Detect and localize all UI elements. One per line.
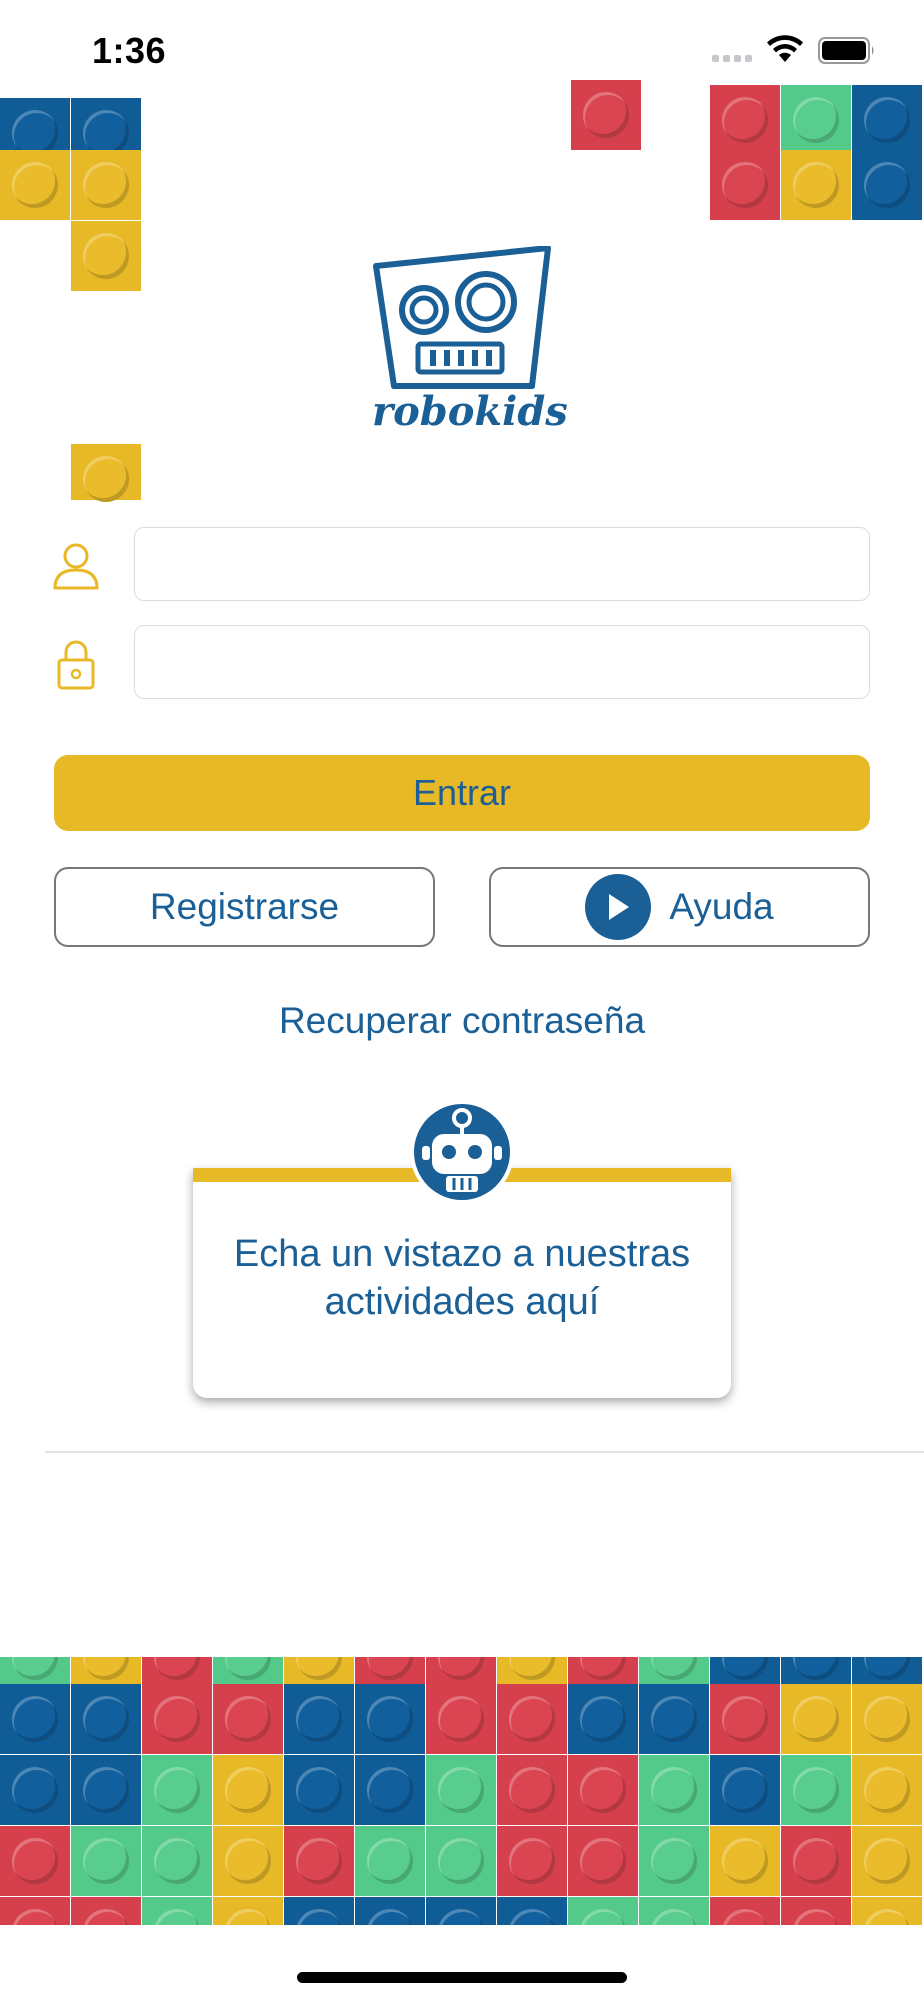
register-button-label: Registrarse [149, 886, 340, 927]
divider [45, 1451, 924, 1453]
home-indicator[interactable] [297, 1972, 627, 1983]
register-button[interactable]: Registrarse [54, 867, 435, 947]
battery-icon [818, 37, 874, 64]
recover-password-link[interactable]: Recuperar contraseña [0, 1000, 924, 1042]
enter-button[interactable]: Entrar [54, 755, 870, 831]
robokids-logo: robokids [372, 245, 568, 436]
help-button-label: Ayuda [669, 886, 774, 927]
username-input[interactable] [134, 527, 870, 601]
decorative-bricks-bottom [0, 1657, 924, 1925]
logo-wordmark: robokids [372, 388, 568, 435]
robot-icon [410, 1100, 514, 1204]
status-time: 1:36 [92, 30, 167, 71]
cellular-signal-icon [712, 55, 752, 63]
lock-icon [57, 640, 95, 690]
password-input[interactable] [134, 625, 870, 699]
help-button[interactable]: Ayuda [489, 867, 870, 947]
activities-card-text: Echa un vistazo a nuestras actividades a… [233, 1233, 691, 1323]
wifi-icon [767, 35, 803, 62]
user-icon [53, 543, 99, 590]
status-bar: 1:36 [0, 0, 924, 98]
play-icon [585, 874, 652, 940]
